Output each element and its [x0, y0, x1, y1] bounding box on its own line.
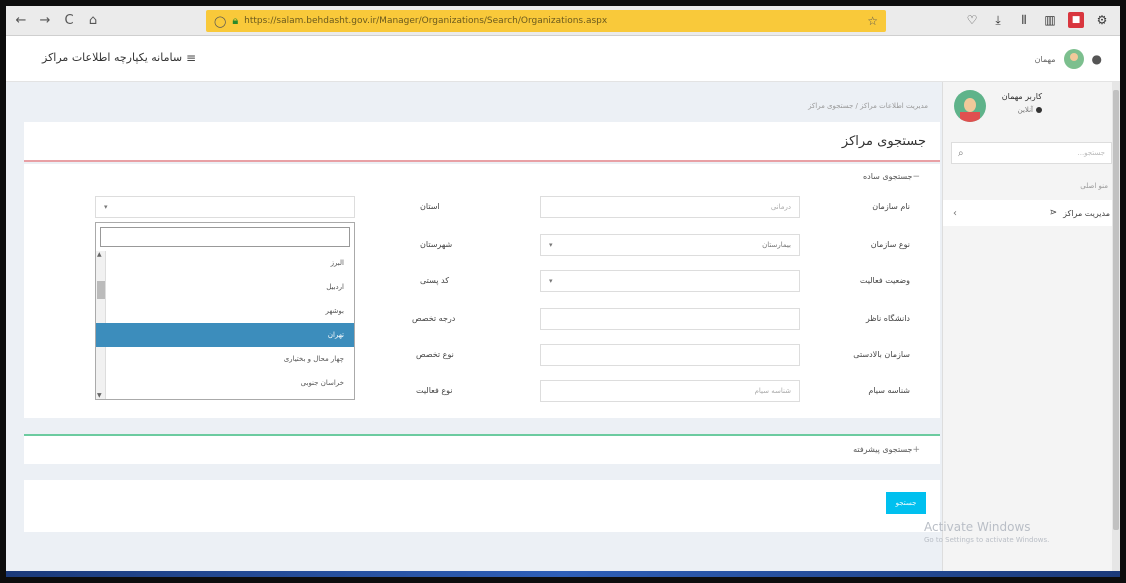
org-type-label: نوع سازمان	[870, 240, 910, 249]
sidebar-profile: کاربر مهمان آنلاین	[943, 82, 1120, 140]
profile-status: آنلاین	[1018, 106, 1042, 114]
sayam-input[interactable]: شناسه سیام	[540, 380, 800, 402]
main-content: مدیریت اطلاعات مراکز / جستجوی مراکز جستج…	[24, 82, 940, 577]
url-bar[interactable]: ◯ 🔒︎ https://salam.behdasht.gov.ir/Manag…	[206, 10, 886, 32]
browser-nav: ← → C ⌂	[14, 12, 100, 30]
app-header: سامانه یکپارچه اطلاعات مراکز ≡ مهمان ●	[6, 36, 1120, 82]
expand-icon[interactable]: +	[912, 445, 920, 455]
shield-icon: ◯	[214, 14, 227, 28]
share-icon: ⋖	[1049, 208, 1058, 218]
org-name-input[interactable]: درمانی	[540, 196, 800, 218]
province-label: استان	[420, 202, 440, 211]
collapse-icon[interactable]: −	[912, 172, 920, 182]
lock-icon: 🔒︎	[232, 14, 239, 27]
province-dropdown-list[interactable]: ▲ ▼ البرز اردبیل بوشهر تهران چهار محال و…	[95, 222, 355, 400]
pocket-icon[interactable]: ♡	[964, 12, 980, 28]
taskbar	[6, 571, 1120, 577]
back-arrow-icon[interactable]: ←	[14, 12, 28, 30]
advanced-search-panel[interactable]: +جستجوی پیشرفته	[24, 434, 940, 464]
bookmark-star-icon[interactable]: ☆	[867, 14, 878, 28]
dropdown-search-input[interactable]	[100, 227, 350, 247]
sidebar-item-centers[interactable]: ‹ مدیریت مراکز ⋖	[943, 200, 1120, 226]
sidebar-item-label: مدیریت مراکز	[1063, 208, 1110, 218]
dropdown-caret-icon: ▾	[104, 203, 108, 211]
url-text[interactable]: https://salam.behdasht.gov.ir/Manager/Or…	[244, 16, 607, 26]
title-bar: جستجوی مراکز	[24, 122, 940, 162]
sidebar-item-label-wrap: مدیریت مراکز ⋖	[1050, 208, 1110, 218]
online-dot-icon	[1036, 107, 1042, 113]
avatar[interactable]	[1063, 49, 1084, 69]
menu-toggle-icon[interactable]: ≡	[186, 51, 196, 65]
action-bar: جستجو	[24, 480, 940, 532]
dropdown-caret-icon: ▾	[549, 277, 553, 285]
screen: ← → C ⌂ ◯ 🔒︎ https://salam.behdasht.gov.…	[6, 6, 1120, 577]
page-title: جستجوی مراکز	[841, 134, 926, 149]
header-user-name[interactable]: مهمان	[1035, 55, 1056, 64]
browser-extensions: ♡ ⤓ ⫴ ▥ ■ ⚙	[964, 12, 1110, 28]
sidebar: کاربر مهمان آنلاین ⌕ جستجو... منو اصلی ‹…	[942, 82, 1120, 577]
university-input[interactable]	[540, 308, 800, 330]
header-user[interactable]: مهمان ●	[1035, 49, 1102, 69]
dropdown-caret-icon: ▾	[549, 241, 553, 249]
advanced-search-header[interactable]: +جستجوی پیشرفته	[853, 445, 926, 455]
dropdown-option[interactable]: خراسان جنوبی	[96, 371, 354, 395]
windows-activation-watermark: Activate Windows Go to Settings to activ…	[924, 520, 1049, 544]
app-title: سامانه یکپارچه اطلاعات مراکز	[42, 51, 183, 64]
degree-label: درجه تخصص	[412, 314, 456, 323]
activity-status-label: وضعیت فعالیت	[859, 276, 910, 285]
extension-puzzle-icon[interactable]: ⚙	[1094, 12, 1110, 28]
org-type-value: بیمارستان	[762, 241, 791, 249]
search-button[interactable]: جستجو	[886, 492, 926, 514]
watermark-line2: Go to Settings to activate Windows.	[924, 536, 1050, 544]
province-select[interactable]: ▾	[95, 196, 355, 218]
postal-label: کد پستی	[420, 276, 449, 285]
dropdown-option[interactable]: البرز	[96, 251, 354, 275]
sidebar-search[interactable]: ⌕ جستجو...	[951, 142, 1112, 164]
dropdown-items: البرز اردبیل بوشهر تهران چهار محال و بخت…	[96, 251, 354, 399]
watermark-line1: Activate Windows	[924, 520, 1031, 534]
advanced-search-title[interactable]: جستجوی پیشرفته	[853, 445, 912, 454]
profile-status-text: آنلاین	[1017, 106, 1033, 114]
org-name-label: نام سازمان	[872, 202, 910, 211]
gear-icon[interactable]: ●	[1092, 52, 1102, 66]
parent-org-label: سازمان بالادستی	[853, 350, 910, 359]
home-icon[interactable]: ⌂	[86, 12, 100, 30]
profile-name: کاربر مهمان	[1001, 92, 1042, 101]
simple-search-header[interactable]: −جستجوی ساده	[863, 172, 926, 182]
org-type-select[interactable]: ▾ بیمارستان	[540, 234, 800, 256]
sidebar-search-input[interactable]: جستجو...	[1078, 149, 1106, 157]
extension-icon[interactable]: ■	[1068, 12, 1084, 28]
profile-avatar	[954, 90, 986, 122]
page-scrollbar-thumb[interactable]	[1113, 90, 1119, 530]
parent-org-input[interactable]	[540, 344, 800, 366]
simple-search-title[interactable]: جستجوی ساده	[863, 172, 913, 181]
dropdown-option[interactable]: اردبیل	[96, 275, 354, 299]
city-label: شهرستان	[420, 240, 453, 249]
dropdown-option[interactable]: چهار محال و بختیاری	[96, 347, 354, 371]
library-icon[interactable]: ⫴	[1016, 12, 1032, 28]
reload-icon[interactable]: C	[62, 12, 76, 30]
sidebar-section-label: منو اصلی	[1080, 182, 1108, 190]
specialty-label: نوع تخصص	[416, 350, 454, 359]
chevron-left-icon: ‹	[953, 207, 957, 219]
download-icon[interactable]: ⤓	[990, 12, 1006, 28]
forward-arrow-icon[interactable]: →	[38, 12, 52, 30]
browser-toolbar: ← → C ⌂ ◯ 🔒︎ https://salam.behdasht.gov.…	[6, 6, 1120, 36]
sayam-label: شناسه سیام	[868, 386, 910, 395]
dropdown-option-selected[interactable]: تهران	[96, 323, 354, 347]
activity-type-label: نوع فعالیت	[416, 386, 453, 395]
page-scrollbar[interactable]	[1112, 82, 1120, 577]
sidebar-toggle-icon[interactable]: ▥	[1042, 12, 1058, 28]
university-label: دانشگاه ناظر	[865, 314, 910, 323]
dropdown-option[interactable]: بوشهر	[96, 299, 354, 323]
search-icon[interactable]: ⌕	[958, 148, 964, 159]
breadcrumb[interactable]: مدیریت اطلاعات مراکز / جستجوی مراکز	[808, 102, 928, 110]
activity-status-select[interactable]: ▾	[540, 270, 800, 292]
